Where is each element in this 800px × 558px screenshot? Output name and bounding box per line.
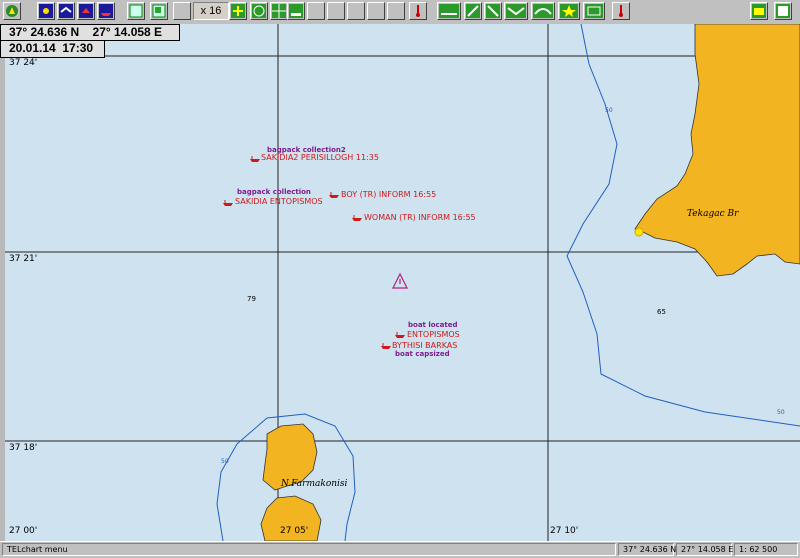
route-button[interactable] [437, 2, 461, 20]
red-pin-icon [416, 5, 420, 17]
longitude-value: 27° 14.058 E [92, 25, 163, 39]
sun-button[interactable] [37, 2, 55, 20]
scale-button[interactable] [287, 2, 305, 20]
latitude-value: 37° 24.636 N [9, 25, 80, 39]
compass-button[interactable] [3, 2, 21, 20]
boat-icon [250, 156, 260, 162]
bird-icon [59, 4, 73, 18]
zoom-in-button[interactable] [229, 2, 247, 20]
open-folder-icon [752, 4, 766, 18]
lat-label: 37 24' [9, 58, 38, 68]
warning-triangle-icon[interactable] [392, 272, 408, 289]
contour-label: 50 [605, 107, 613, 114]
layers-button[interactable] [583, 2, 605, 20]
save-icon [776, 4, 790, 18]
blank-button[interactable] [387, 2, 405, 20]
cloud-icon [79, 4, 93, 18]
lon-label: 27 10' [550, 526, 579, 536]
chart-button[interactable] [150, 2, 168, 20]
star-icon [560, 4, 578, 18]
measure-button[interactable] [484, 2, 502, 20]
star-button[interactable] [558, 2, 580, 20]
marker-label: SAKIDIA2 PERISILLOGH 11:35 [261, 153, 379, 162]
scale-icon [289, 4, 303, 18]
grid-button[interactable] [270, 2, 288, 20]
overview-button[interactable] [127, 2, 145, 20]
blank-button[interactable] [367, 2, 385, 20]
marker-label: SAKIDIA ENTOPISMOS [235, 197, 323, 206]
compass-icon [6, 5, 18, 17]
sun-icon [39, 4, 53, 18]
save-button[interactable] [774, 2, 792, 20]
track-icon [466, 4, 480, 18]
marker-label: WOMAN (TR) INFORM 16:55 [364, 213, 476, 222]
depth-sounding: 79 [247, 295, 256, 303]
contour-label: 50 [777, 409, 785, 416]
coastline-east [634, 24, 800, 277]
boat-icon [395, 332, 405, 338]
grid-icon [272, 4, 286, 18]
globe-icon [252, 4, 266, 18]
open-button[interactable] [750, 2, 768, 20]
marker-caption: bagpack collection [237, 188, 311, 196]
track-button[interactable] [464, 2, 482, 20]
place-name-island: N.Farmakonisi [281, 479, 348, 489]
status-menu[interactable]: TELchart menu [2, 543, 616, 556]
nautical-chart[interactable]: 37 24' 37 21' 37 18' 27 00' 27 05' 27 10… [5, 24, 800, 541]
globe-button[interactable] [250, 2, 268, 20]
curve-button[interactable] [531, 2, 555, 20]
zoom-level: x 16 [193, 2, 229, 20]
marker-caption: boat capsized [395, 350, 450, 358]
chart-icon [152, 4, 166, 18]
layers-icon [585, 4, 603, 18]
boat-icon [223, 200, 233, 206]
ship-button[interactable] [97, 2, 115, 20]
position-readout: 37° 24.636 N 27° 14.058 E [0, 24, 180, 41]
line-button[interactable] [504, 2, 528, 20]
blank-button[interactable] [347, 2, 365, 20]
boat-icon [381, 343, 391, 349]
lon-label: 27 00' [9, 526, 38, 536]
alert-icon [619, 5, 623, 17]
alert-button-left[interactable] [409, 2, 427, 20]
status-lat: 37° 24.636 N [618, 543, 676, 556]
route-icon [439, 4, 459, 18]
status-scale: 1: 62 500 [734, 543, 798, 556]
blank-button[interactable] [173, 2, 191, 20]
bird-button[interactable] [57, 2, 75, 20]
lat-label: 37 21' [9, 254, 38, 264]
buoy-icon[interactable] [634, 227, 644, 237]
marker-label: BOY (TR) INFORM 16:55 [341, 190, 437, 199]
boat-icon [352, 215, 362, 221]
marker-caption: boat located [408, 321, 458, 329]
chart-canvas [5, 24, 800, 541]
place-name-east: Tekagac Br [687, 209, 739, 219]
measure-icon [486, 4, 500, 18]
lat-label: 37 18' [9, 443, 38, 453]
ship-icon [99, 4, 113, 18]
overview-icon [129, 4, 143, 18]
line-icon [506, 4, 526, 18]
cloud-button[interactable] [77, 2, 95, 20]
depth-sounding: 65 [657, 308, 666, 316]
alert-button[interactable] [612, 2, 630, 20]
zoom-in-icon [231, 4, 245, 18]
lon-label: 27 05' [280, 526, 309, 536]
blank-button[interactable] [327, 2, 345, 20]
status-lon: 27° 14.058 E [676, 543, 733, 556]
blank-button[interactable] [307, 2, 325, 20]
curve-icon [533, 4, 553, 18]
status-bar: TELchart menu 37° 24.636 N 27° 14.058 E … [0, 541, 800, 558]
boat-icon [329, 192, 339, 198]
marker-label: ENTOPISMOS [407, 330, 460, 339]
datetime-readout: 20.01.14 17:30 [0, 41, 105, 58]
toolbar: x 16 [0, 0, 800, 25]
contour-label: 50 [221, 458, 229, 465]
marker-label: BYTHISI BARKAS [392, 341, 458, 350]
